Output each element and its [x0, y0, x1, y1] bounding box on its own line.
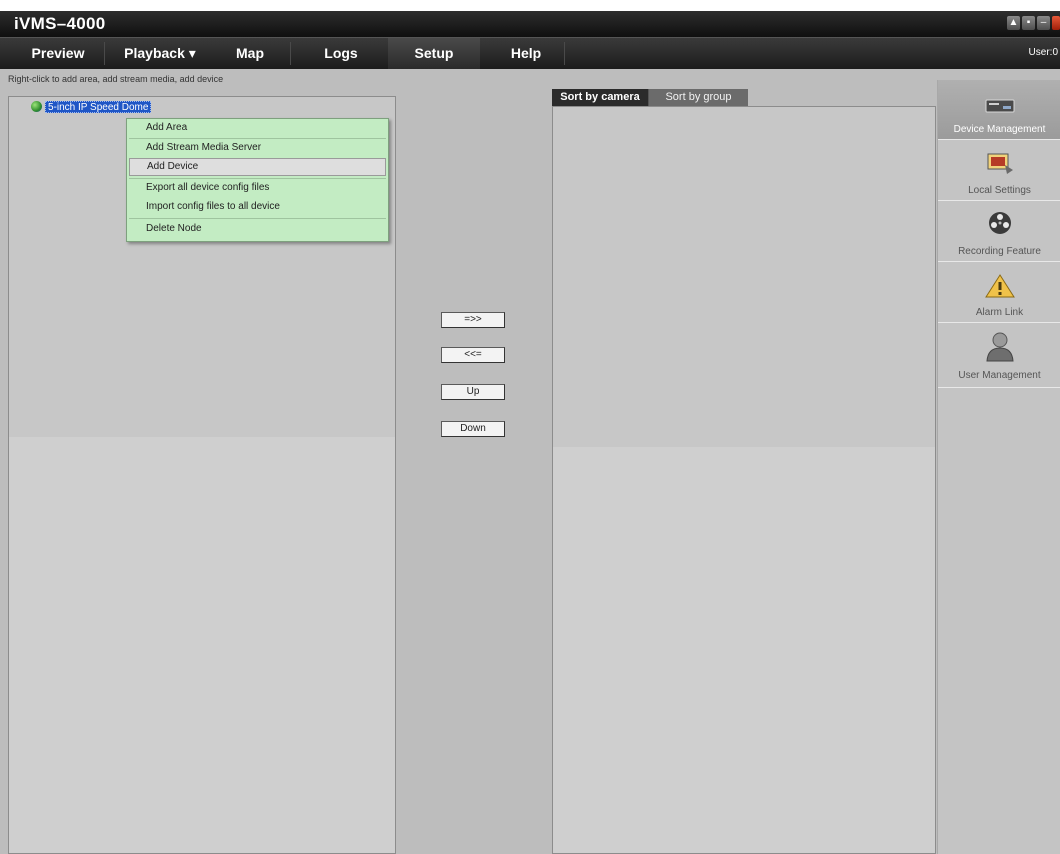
title-bar: iVMS–4000 ▲ ▪ – — [0, 11, 1060, 37]
sidebar-label: User Management — [958, 370, 1041, 381]
app-title: iVMS–4000 — [14, 14, 106, 33]
move-up-button[interactable]: Up — [441, 384, 505, 400]
sidebar-item-recording-feature[interactable]: Recording Feature — [938, 202, 1060, 262]
sidebar-item-local-settings[interactable]: Local Settings — [938, 141, 1060, 201]
context-item-import-config[interactable]: Import config files to all device — [129, 198, 386, 216]
device-management-icon — [985, 99, 1014, 113]
tab-sort-by-camera[interactable]: Sort by camera — [552, 89, 648, 106]
sidebar-label: Local Settings — [968, 185, 1031, 196]
context-item-add-area[interactable]: Add Area — [129, 119, 386, 137]
app-window: iVMS–4000 ▲ ▪ – Preview Playback ▾ Map L… — [0, 11, 1060, 854]
sidebar-label: Alarm Link — [975, 307, 1024, 318]
alarm-link-icon — [984, 274, 1015, 298]
context-item-delete-node[interactable]: Delete Node — [129, 220, 386, 238]
hint-text: Right-click to add area, add stream medi… — [8, 74, 224, 84]
context-separator — [129, 218, 386, 219]
globe-icon — [31, 101, 42, 112]
close-icon[interactable] — [1052, 16, 1060, 30]
menu-logs[interactable]: Logs — [296, 38, 386, 69]
local-settings-icon — [987, 153, 1013, 174]
sidebar-label: Recording Feature — [958, 246, 1041, 257]
context-item-add-stream-media-server[interactable]: Add Stream Media Server — [129, 139, 386, 157]
sidebar-label: Device Management — [953, 124, 1046, 135]
menu-map[interactable]: Map — [212, 38, 288, 69]
context-item-add-device[interactable]: Add Device — [129, 158, 386, 176]
sidebar-item-user-management[interactable]: User Management — [938, 324, 1060, 388]
tree-node-label[interactable]: 5-inch IP Speed Dome — [45, 100, 152, 113]
context-item-export-config[interactable]: Export all device config files — [129, 179, 386, 197]
menu-separator — [104, 42, 105, 65]
menu-separator — [564, 42, 565, 65]
lock-icon[interactable]: ▲ — [1007, 16, 1020, 30]
switch-user-icon[interactable]: ▪ — [1022, 16, 1035, 30]
move-down-button[interactable]: Down — [441, 421, 505, 437]
tab-sort-by-group[interactable]: Sort by group — [648, 89, 748, 106]
camera-list-panel[interactable] — [552, 106, 936, 854]
sidebar: Device Management Local Settings Recordi… — [937, 80, 1060, 854]
user-label: User:0 — [1028, 47, 1058, 58]
camera-list-area — [553, 107, 935, 447]
sidebar-item-alarm-link[interactable]: Alarm Link — [938, 263, 1060, 323]
window-controls: ▲ ▪ – — [1007, 16, 1060, 32]
user-management-icon — [985, 332, 1014, 362]
menu-preview[interactable]: Preview — [14, 38, 102, 69]
context-menu: Add Area Add Stream Media Server Add Dev… — [126, 118, 389, 242]
recording-feature-icon — [988, 212, 1011, 234]
add-to-right-button[interactable]: =>> — [441, 312, 505, 328]
remove-from-right-button[interactable]: <<= — [441, 347, 505, 363]
menu-help[interactable]: Help — [490, 38, 562, 69]
menu-playback[interactable]: Playback ▾ — [110, 38, 210, 69]
minimize-icon[interactable]: – — [1037, 16, 1050, 30]
tree-node[interactable]: 5-inch IP Speed Dome — [31, 100, 152, 113]
menu-separator — [290, 42, 291, 65]
menu-bar: Preview Playback ▾ Map Logs Setup Help U… — [0, 37, 1060, 69]
menu-setup[interactable]: Setup — [388, 38, 480, 69]
sidebar-item-device-management[interactable]: Device Management — [938, 80, 1060, 140]
